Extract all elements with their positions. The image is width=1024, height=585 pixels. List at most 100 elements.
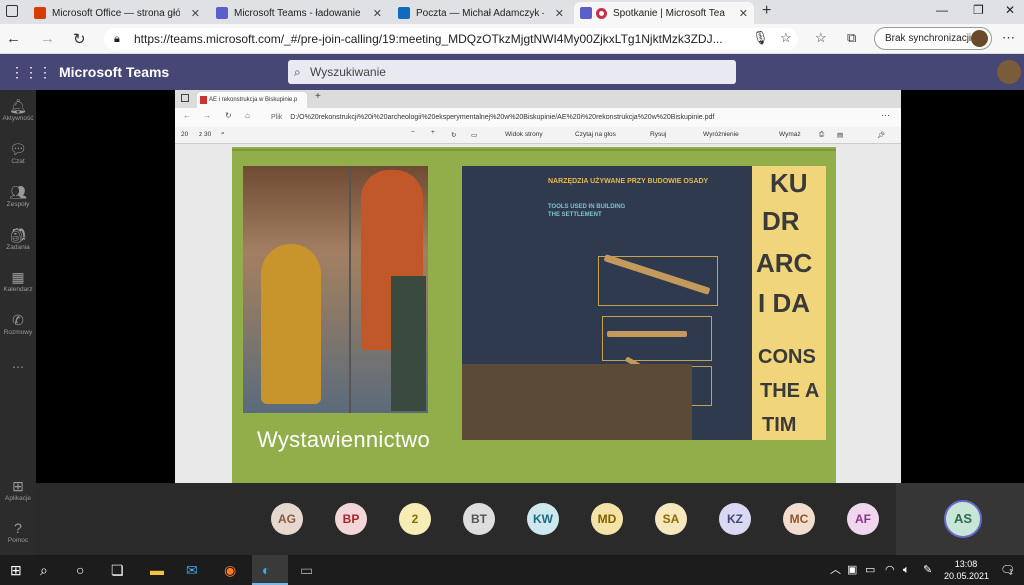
firefox-icon[interactable]: ◉ xyxy=(224,562,236,578)
chevron-up-icon[interactable]: ︿ xyxy=(830,562,841,578)
teams-taskbar-icon[interactable]: ▭ xyxy=(300,562,313,578)
pdf-icon xyxy=(200,96,207,104)
self-avatar[interactable]: AS xyxy=(944,500,982,538)
participant-avatar[interactable]: BT xyxy=(463,503,495,535)
poster-text: DR xyxy=(762,206,800,236)
tab-actions-icon xyxy=(181,94,189,102)
read-aloud-button: Czytaj na głos xyxy=(575,131,616,138)
teams-icon xyxy=(216,7,228,19)
participant-avatar[interactable]: AG xyxy=(271,503,303,535)
apps-icon: ⊞ xyxy=(12,478,24,494)
poster-text: KU xyxy=(770,168,808,198)
participant-avatar[interactable]: BP xyxy=(335,503,367,535)
minimize-icon[interactable]: — xyxy=(936,3,948,17)
url-text: https://teams.microsoft.com/_#/pre-join-… xyxy=(134,32,723,46)
tool-card xyxy=(602,316,712,361)
close-icon[interactable]: ✕ xyxy=(739,7,748,20)
sync-label: Brak synchronizacji xyxy=(885,33,972,44)
search-icon[interactable]: ⌕ xyxy=(40,562,48,578)
page-view-button: Widok strony xyxy=(505,131,543,138)
tab-office[interactable]: Microsoft Office — strona główn ✕ xyxy=(28,2,206,24)
rail-item-chat[interactable]: 💬︎ Czat xyxy=(0,141,36,167)
highlight-button: Wyróżnienie xyxy=(703,131,739,138)
wifi-icon[interactable]: ◠ xyxy=(885,562,895,578)
address-bar[interactable]: 🔒︎ https://teams.microsoft.com/_#/pre-jo… xyxy=(104,28,798,50)
rail-item-teams[interactable]: 👥︎ Zespoły xyxy=(0,184,36,210)
shared-pdf-tab: AE i rekonstrukcja w Biskupinie.p xyxy=(197,92,307,108)
add-favorite-icon[interactable]: ☆ xyxy=(780,30,792,46)
back-icon[interactable]: ← xyxy=(6,30,21,47)
shared-browser-tabs: AE i rekonstrukcja w Biskupinie.p + xyxy=(175,90,901,108)
close-window-icon[interactable]: ✕ xyxy=(1005,3,1015,17)
rail-item-help[interactable]: ? Pomoc xyxy=(0,520,36,546)
search-input[interactable]: ⌕ Wyszukiwanie xyxy=(288,60,736,84)
new-tab-icon: + xyxy=(315,91,321,102)
device-icon[interactable]: ▣ xyxy=(847,562,857,578)
file-explorer-icon[interactable]: ▬ xyxy=(150,562,164,578)
back-icon: ← xyxy=(183,111,191,120)
refresh-icon[interactable]: ↻ xyxy=(73,30,86,48)
tab-teams-loading[interactable]: Microsoft Teams - ładowanie ✕ xyxy=(210,2,388,24)
exhibit-heading-en: TOOLS USED IN BUILDING THE SETTLEMENT xyxy=(548,204,626,218)
rail-label: Kalendarz xyxy=(3,286,33,293)
microphone-icon[interactable]: 🎙︎ xyxy=(752,30,769,46)
participant-avatar[interactable]: MD xyxy=(591,503,623,535)
maximize-icon[interactable]: ❐ xyxy=(973,3,984,17)
user-avatar[interactable] xyxy=(997,60,1021,84)
battery-icon[interactable]: ▭ xyxy=(865,562,875,578)
new-tab-button[interactable]: + xyxy=(762,2,771,20)
volume-icon[interactable]: 🔈︎ xyxy=(903,562,910,578)
tasks-icon: 🎒︎ xyxy=(9,227,27,243)
wooden-floor xyxy=(462,364,692,440)
more-icon[interactable]: ⋯ xyxy=(1002,30,1015,46)
collections-icon[interactable]: ⧉ xyxy=(847,30,856,46)
edge-icon: ◐ xyxy=(262,562,271,578)
rail-item-calls[interactable]: ✆ Rozmowy xyxy=(0,312,36,338)
system-clock[interactable]: 13:08 20.05.2021 xyxy=(944,558,990,582)
pen-icon[interactable]: ✎ xyxy=(923,562,932,578)
favorites-icon[interactable]: ☆ xyxy=(815,30,827,46)
close-icon[interactable]: ✕ xyxy=(191,7,200,20)
more-icon: ⋯ xyxy=(881,110,890,120)
cortana-icon[interactable]: ○ xyxy=(76,562,84,578)
search-placeholder: Wyszukiwanie xyxy=(310,65,386,79)
page-separator xyxy=(232,149,836,151)
windows-start-icon[interactable]: ⊞ xyxy=(10,562,22,578)
office-icon xyxy=(34,7,46,19)
participant-avatar[interactable]: 2 xyxy=(399,503,431,535)
tab-actions-icon[interactable] xyxy=(6,5,18,17)
close-icon[interactable]: ✕ xyxy=(373,7,382,20)
close-icon[interactable]: ✕ xyxy=(555,7,564,20)
participant-avatar[interactable]: AF xyxy=(847,503,879,535)
mannequin-fur xyxy=(391,276,426,411)
sync-profile-button[interactable]: Brak synchronizacji xyxy=(874,27,992,50)
adze-tool xyxy=(607,331,687,337)
participant-avatar[interactable]: KZ xyxy=(719,503,751,535)
more-apps-icon[interactable]: ⋯ xyxy=(0,360,36,374)
rail-item-apps[interactable]: ⊞ Aplikacje xyxy=(0,478,36,504)
shared-tab-title: AE i rekonstrukcja w Biskupinie.p xyxy=(209,97,298,103)
participant-avatar[interactable]: SA xyxy=(655,503,687,535)
browser-tab-bar: Microsoft Office — strona główn ✕ Micros… xyxy=(0,0,1024,24)
poster-text: I DA xyxy=(758,288,810,318)
tab-title: Poczta — Michał Adamczyk — O xyxy=(416,7,544,19)
participant-avatar[interactable]: KW xyxy=(527,503,559,535)
forward-icon[interactable]: → xyxy=(40,30,55,47)
mail-icon[interactable]: ✉ xyxy=(186,562,198,578)
windows-taskbar: ⊞ ⌕ ○ ❏ ▬ ✉ ◉ ◐ ▭ ︿ ▣ ▭ ◠ 🔈︎ ✎ 🗨︎ 1 xyxy=(0,555,1024,585)
tab-meeting[interactable]: Spotkanie | Microsoft Teams ✕ xyxy=(574,2,754,24)
zoom-in-icon: + xyxy=(431,129,435,136)
task-view-icon[interactable]: ❏ xyxy=(111,562,124,578)
app-launcher-icon[interactable]: ⋮⋮⋮ xyxy=(10,64,52,80)
teams-header: ⋮⋮⋮ Microsoft Teams ⌕ Wyszukiwanie xyxy=(0,54,1024,90)
rail-label: Zadania xyxy=(6,244,30,251)
rail-item-activity[interactable]: 🔔︎ Aktywność xyxy=(0,98,36,124)
poster-text: THE A xyxy=(760,380,820,402)
rail-item-calendar[interactable]: ▦ Kalendarz xyxy=(0,269,36,295)
tab-outlook[interactable]: Poczta — Michał Adamczyk — O ✕ xyxy=(392,2,570,24)
rail-item-tasks[interactable]: 🎒︎ Zadania xyxy=(0,227,36,253)
tab-title: Microsoft Teams - ładowanie xyxy=(234,7,361,19)
search-icon: ⌕ xyxy=(294,65,301,79)
clock-date: 20.05.2021 xyxy=(944,571,990,581)
participant-avatar[interactable]: MC xyxy=(783,503,815,535)
